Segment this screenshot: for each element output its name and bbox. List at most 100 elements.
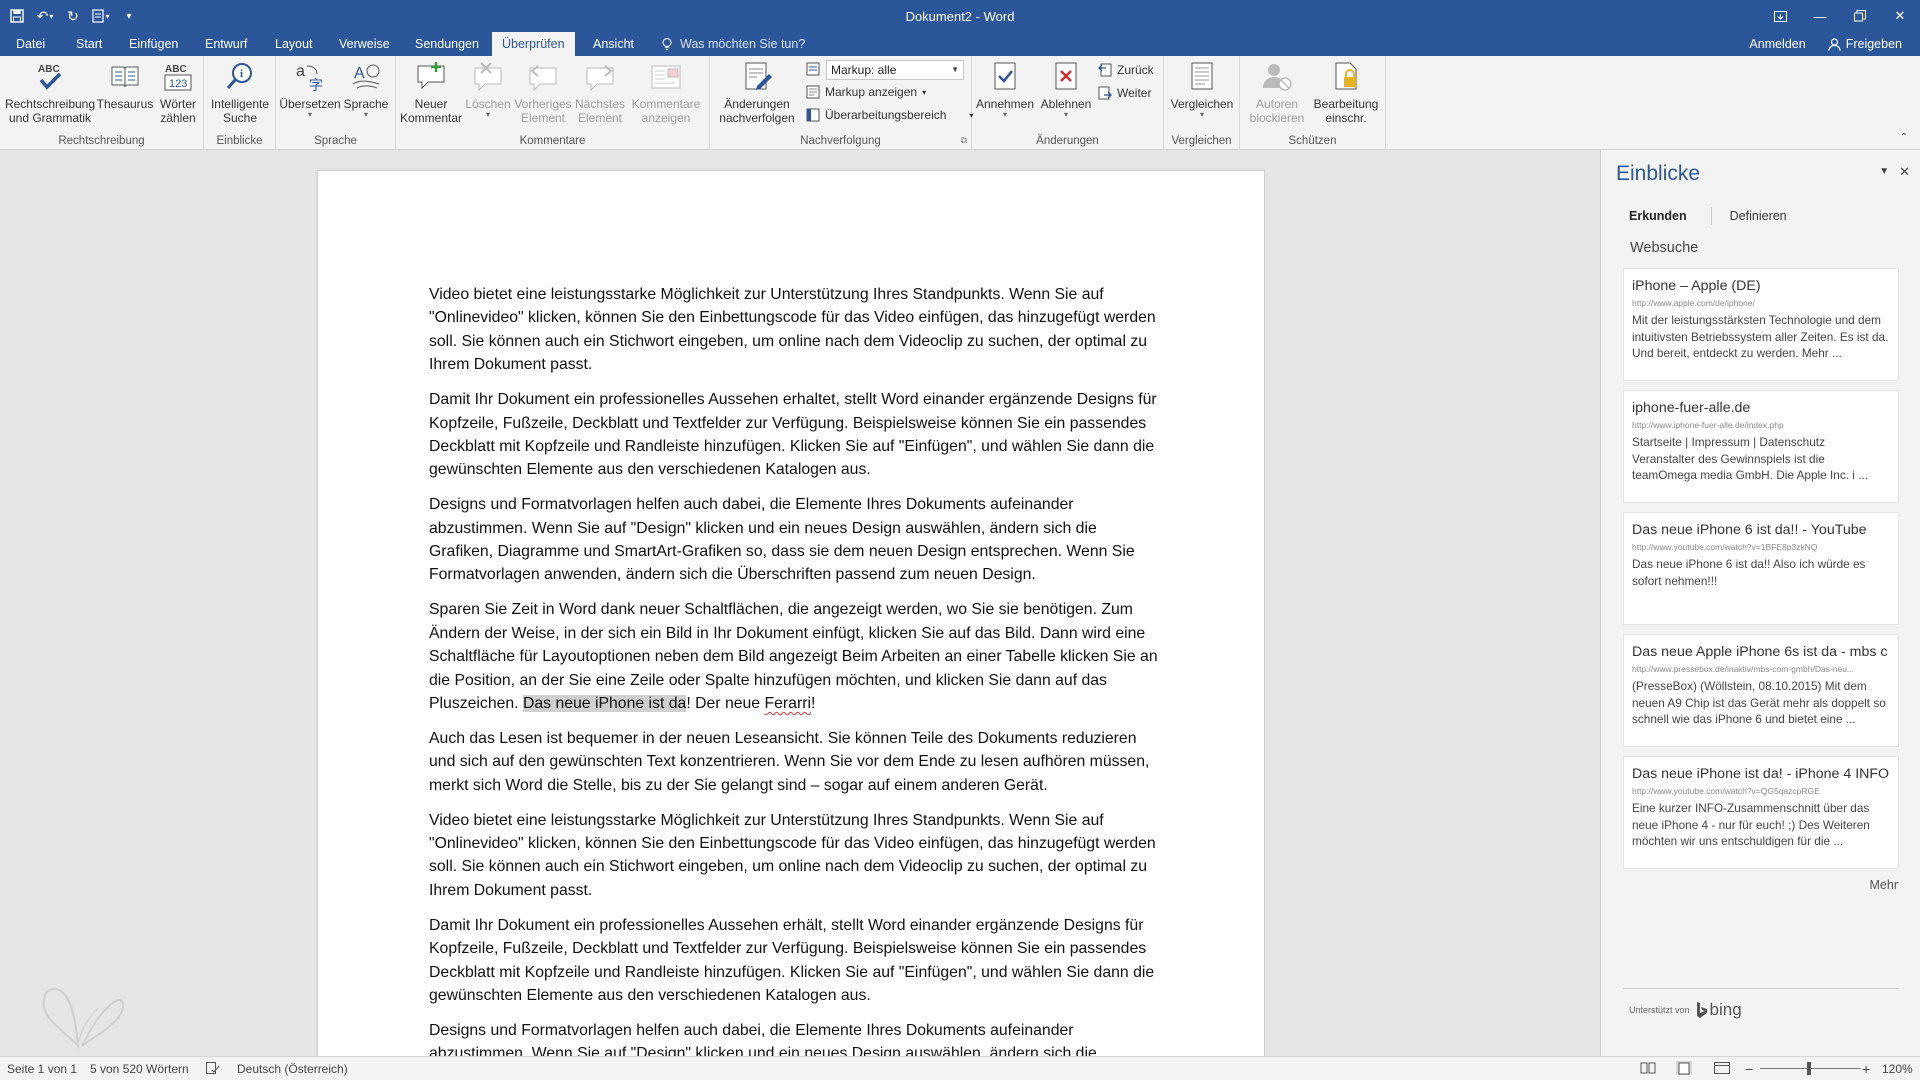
word-count-icon: ABC 123 — [161, 60, 195, 94]
group-label-kommentare: Kommentare — [519, 135, 586, 147]
paragraph[interactable]: Designs und Formatvorlagen helfen auch d… — [429, 1019, 1159, 1056]
previous-change-button[interactable]: Zurück — [1098, 60, 1154, 80]
result-title[interactable]: Das neue iPhone ist da! - iPhone 4 INFO — [1632, 765, 1890, 783]
minimize-icon[interactable]: — — [1800, 0, 1840, 32]
track-changes-button[interactable]: Änderungen nachverfolgen — [714, 60, 800, 125]
tab-ueberpruefen[interactable]: Überprüfen — [492, 32, 575, 56]
pane-close-icon[interactable]: ✕ — [1899, 164, 1910, 180]
search-result-card[interactable]: Das neue Apple iPhone 6s ist da - mbs c … — [1623, 634, 1899, 747]
tab-entwurf[interactable]: Entwurf — [195, 32, 257, 56]
delete-comment-icon — [471, 60, 505, 94]
signin-link[interactable]: Anmelden — [1749, 37, 1805, 51]
reject-button[interactable]: Ablehnen ▾ — [1036, 60, 1096, 119]
translate-button[interactable]: a字 Übersetzen ▾ — [279, 60, 340, 119]
paragraph[interactable]: Designs und Formatvorlagen helfen auch d… — [429, 493, 1159, 587]
zoom-slider-thumb[interactable] — [1807, 1062, 1811, 1075]
page-indicator[interactable]: Seite 1 von 1 — [7, 1057, 77, 1080]
zoom-level[interactable]: 120% — [1882, 1057, 1913, 1080]
restrict-editing-button[interactable]: Bearbeitung einschr. — [1310, 60, 1382, 125]
markup-select[interactable]: Markup: alle ▼ — [826, 60, 964, 80]
spelling-grammar-button[interactable]: ABC Rechtschreibung und Grammatik — [5, 60, 95, 125]
pane-options-icon[interactable]: ▼ — [1879, 164, 1889, 180]
search-result-card[interactable]: Das neue iPhone 6 ist da!! - YouTube htt… — [1623, 512, 1899, 625]
result-url[interactable]: http://www.pressebox.de/inaktiv/mbs-com-… — [1632, 663, 1890, 675]
paragraph[interactable]: Video bietet eine leistungsstarke Möglic… — [429, 809, 1159, 903]
document-body[interactable]: Video bietet eine leistungsstarke Möglic… — [429, 283, 1159, 1056]
previous-comment-icon — [526, 60, 560, 94]
block-authors-button[interactable]: Autoren blockieren — [1244, 60, 1310, 125]
proofing-icon[interactable] — [206, 1057, 220, 1080]
accept-button[interactable]: Annehmen ▾ — [974, 60, 1036, 119]
paragraph[interactable]: Damit Ihr Dokument ein professionelles A… — [429, 914, 1159, 1008]
tab-ansicht[interactable]: Ansicht — [583, 32, 644, 56]
result-title[interactable]: Das neue iPhone 6 ist da!! - YouTube — [1632, 521, 1890, 539]
paragraph[interactable]: Auch das Lesen ist bequemer in der neuen… — [429, 727, 1159, 797]
search-result-card[interactable]: iPhone – Apple (DE) http://www.apple.com… — [1623, 268, 1899, 381]
translate-icon: a字 — [293, 60, 327, 94]
track-changes-icon — [740, 60, 774, 94]
result-url[interactable]: http://www.apple.com/de/iphone/ — [1632, 297, 1890, 309]
selected-text[interactable]: Das neue iPhone ist da — [522, 695, 687, 712]
zoom-in-icon[interactable]: + — [1862, 1057, 1870, 1080]
review-pane-icon — [806, 108, 820, 122]
tab-definieren[interactable]: Definieren — [1730, 209, 1793, 223]
thesaurus-button[interactable]: Thesaurus — [97, 60, 153, 111]
show-markup-button[interactable]: Markup anzeigen ▾ — [806, 82, 926, 102]
next-change-button[interactable]: Weiter — [1098, 83, 1151, 103]
search-result-card[interactable]: Das neue iPhone ist da! - iPhone 4 INFO … — [1623, 756, 1899, 869]
language-indicator[interactable]: Deutsch (Österreich) — [237, 1057, 348, 1080]
previous-comment-button[interactable]: Vorheriges Element — [514, 60, 572, 125]
paragraph[interactable]: Sparen Sie Zeit in Word dank neuer Schal… — [429, 598, 1159, 715]
group-label-nachverfolgung: Nachverfolgung — [800, 135, 881, 147]
language-button[interactable]: A Sprache ▾ — [340, 60, 392, 119]
tab-datei[interactable]: Datei — [6, 32, 55, 56]
document-page[interactable]: Video bietet eine leistungsstarke Möglic… — [317, 170, 1265, 1056]
review-pane-button[interactable]: Überarbeitungsbereich ▾ — [806, 105, 973, 125]
tab-start[interactable]: Start — [66, 32, 112, 56]
share-button[interactable]: Freigeben — [1828, 37, 1902, 51]
tab-verweise[interactable]: Verweise — [329, 32, 400, 56]
result-url[interactable]: http://www.youtube.com/watch?v=1BFE8p3zk… — [1632, 541, 1890, 553]
paragraph[interactable]: Damit Ihr Dokument ein professionelles A… — [429, 388, 1159, 482]
more-link[interactable]: Mehr — [1870, 878, 1898, 892]
paragraph[interactable]: Video bietet eine leistungsstarke Möglic… — [429, 283, 1159, 377]
result-snippet: Mit der leistungsstärksten Technologie u… — [1632, 313, 1889, 360]
result-url[interactable]: http://www.youtube.com/watch?v=QG5qazcpR… — [1632, 785, 1890, 797]
compare-button[interactable]: Vergleichen ▾ — [1168, 60, 1236, 119]
tab-sendungen[interactable]: Sendungen — [405, 32, 489, 56]
tab-erkunden[interactable]: Erkunden — [1629, 209, 1693, 223]
new-comment-button[interactable]: Neuer Kommentar — [400, 60, 462, 125]
collapse-ribbon-icon[interactable]: ⌃ — [1900, 132, 1908, 143]
restore-icon[interactable] — [1840, 0, 1880, 32]
result-title[interactable]: iphone-fuer-alle.de — [1632, 399, 1890, 417]
result-snippet: Startseite | Impressum | Datenschutz Ver… — [1632, 435, 1869, 482]
window-title: Dokument2 - Word — [905, 9, 1015, 24]
tell-me-box[interactable]: Was möchten Sie tun? — [660, 32, 805, 56]
svg-text:字: 字 — [309, 78, 323, 94]
misspelled-word[interactable]: Ferarri — [764, 695, 811, 712]
result-title[interactable]: iPhone – Apple (DE) — [1632, 277, 1890, 295]
tab-einfuegen[interactable]: Einfügen — [119, 32, 188, 56]
svg-text:a: a — [296, 63, 305, 80]
zoom-out-icon[interactable]: − — [1745, 1057, 1753, 1080]
next-comment-button[interactable]: Nächstes Element — [572, 60, 628, 125]
web-layout-icon[interactable] — [1714, 1057, 1730, 1080]
print-layout-icon[interactable] — [1676, 1057, 1692, 1080]
smart-lookup-button[interactable]: i Intelligente Suche — [208, 60, 272, 125]
close-icon[interactable]: ✕ — [1880, 0, 1920, 32]
ribbon-display-options-icon[interactable] — [1760, 0, 1800, 32]
tab-layout[interactable]: Layout — [265, 32, 323, 56]
tab-divider — [1710, 207, 1712, 225]
search-result-card[interactable]: iphone-fuer-alle.de http://www.iphone-fu… — [1623, 390, 1899, 503]
group-label-schuetzen: Schützen — [1288, 135, 1337, 147]
show-comments-button[interactable]: Kommentare anzeigen — [628, 60, 704, 125]
bing-b-icon — [1696, 1002, 1707, 1018]
window-controls: — ✕ — [1760, 0, 1920, 32]
read-mode-icon[interactable] — [1640, 1057, 1656, 1080]
delete-comment-button[interactable]: Löschen ▾ — [462, 60, 514, 119]
result-url[interactable]: http://www.iphone-fuer-alle.de/index.php — [1632, 419, 1890, 431]
result-title[interactable]: Das neue Apple iPhone 6s ist da - mbs c — [1632, 643, 1890, 661]
word-count-indicator[interactable]: 5 von 520 Wörtern — [90, 1057, 189, 1080]
document-area[interactable]: Video bietet eine leistungsstarke Möglic… — [0, 150, 1600, 1056]
word-count-button[interactable]: ABC 123 Wörter zählen — [156, 60, 200, 125]
